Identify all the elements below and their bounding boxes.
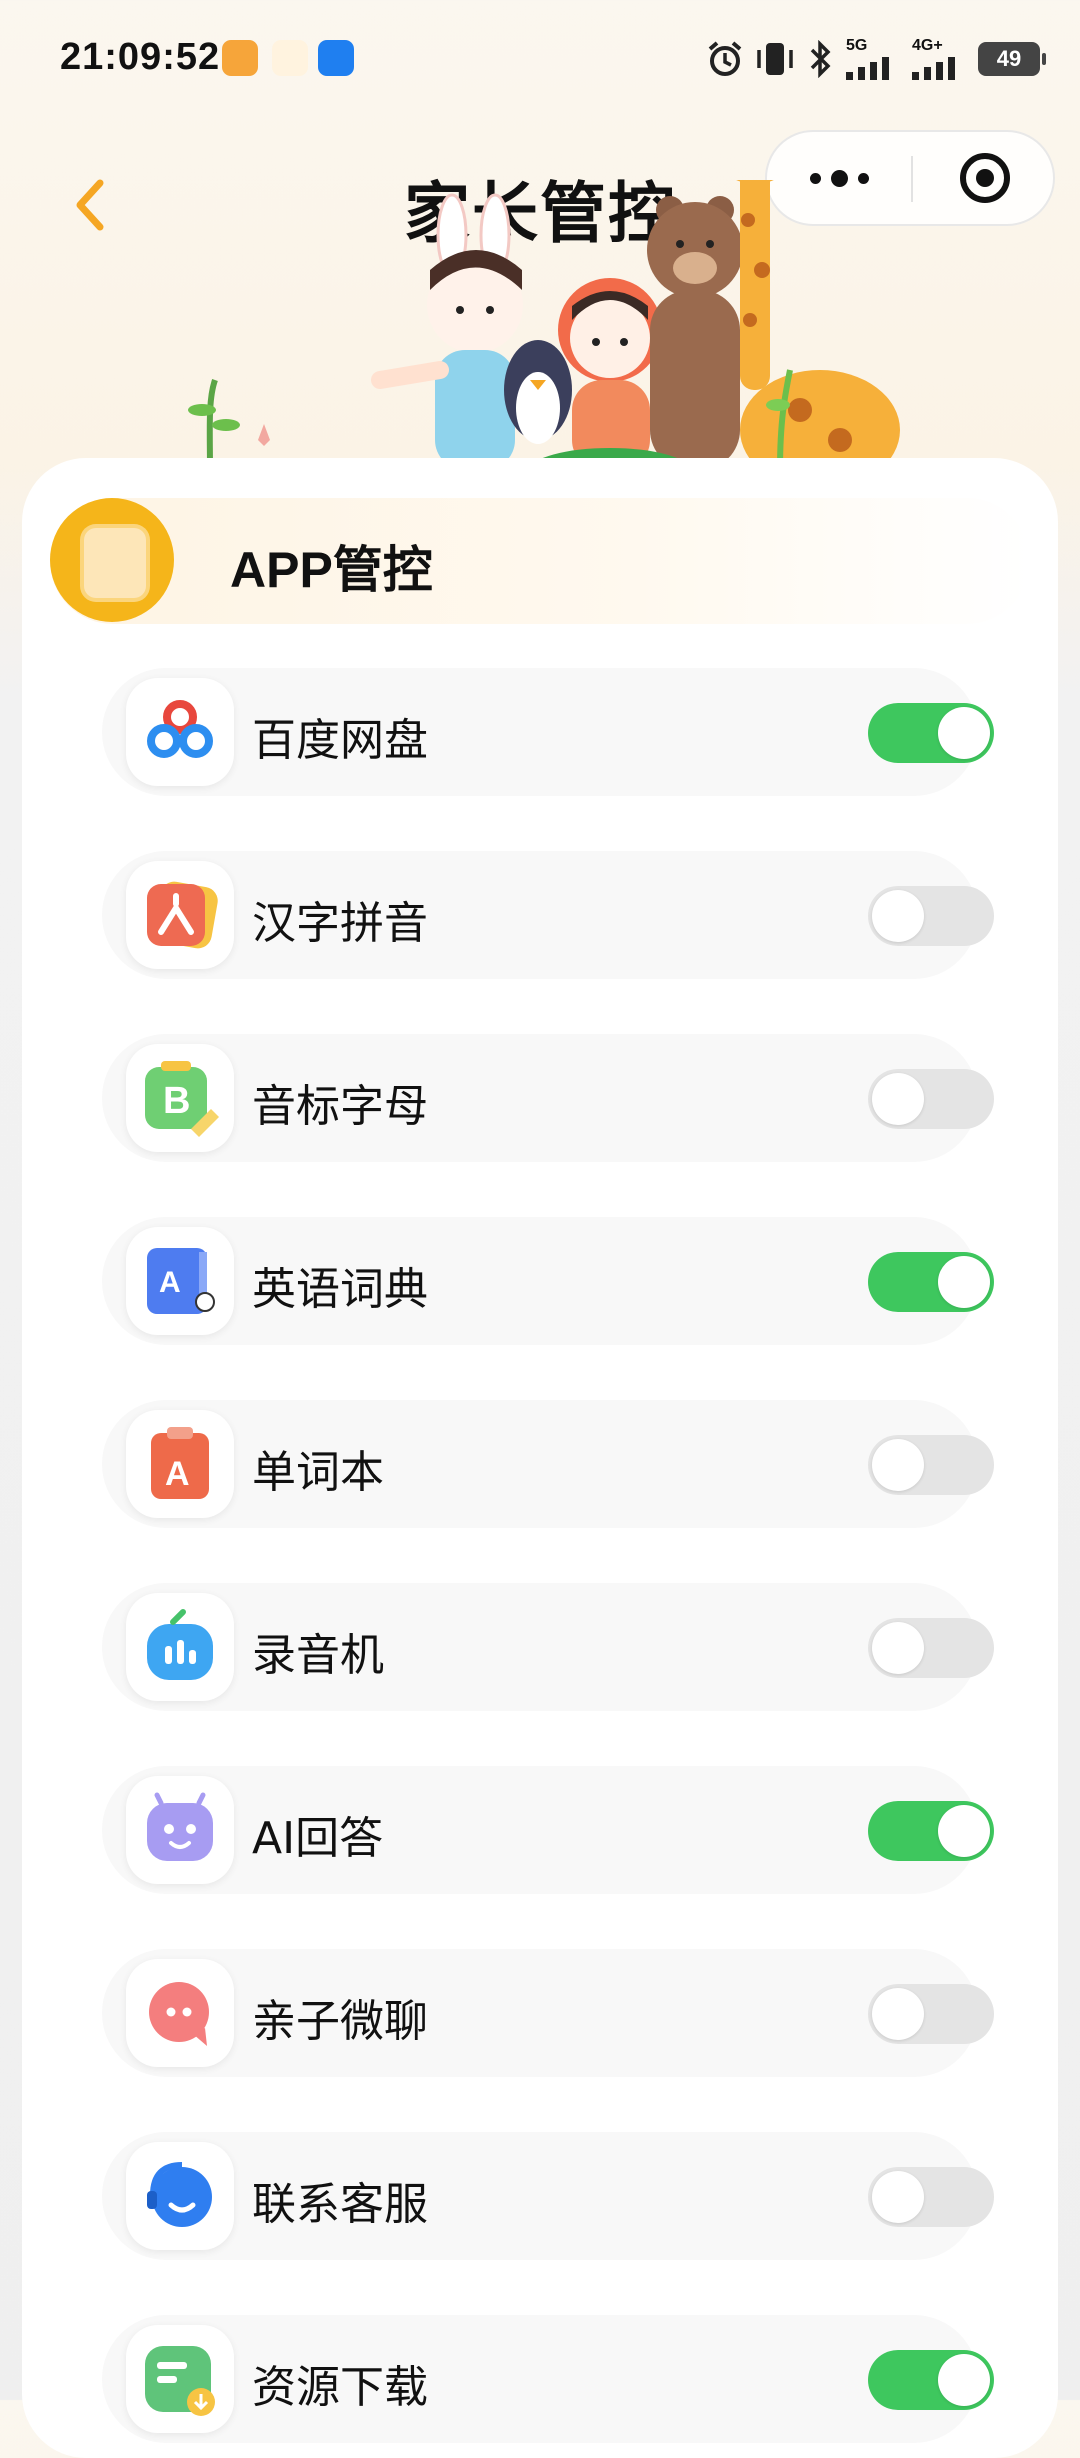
kids-animals-illustration	[188, 180, 900, 470]
app-toggle[interactable]	[868, 1618, 994, 1678]
toggle-knob	[872, 1073, 924, 1125]
baidu-netdisk-icon	[126, 678, 234, 786]
app-row-phonetic-letters: B 音标字母	[102, 1034, 994, 1162]
app-row-customer-service: 联系客服	[102, 2132, 994, 2260]
app-toggle[interactable]	[868, 1435, 994, 1495]
phonetic-letters-icon: B	[126, 1044, 234, 1152]
app-toggle[interactable]	[868, 2350, 994, 2410]
app-toggle[interactable]	[868, 1069, 994, 1129]
toggle-knob	[938, 1805, 990, 1857]
app-name: 音标字母	[252, 1081, 428, 1132]
app-toggle[interactable]	[868, 1252, 994, 1312]
app-row-ai-answer: AI回答	[102, 1766, 994, 1894]
customer-service-icon	[126, 2142, 234, 2250]
status-icons: 5G 4G+ 49	[706, 36, 1046, 82]
app-row-baidu-netdisk: 百度网盘	[102, 668, 994, 796]
signal-5g: 5G	[846, 38, 902, 80]
notification-app-icon	[272, 40, 308, 76]
section-title: APP管控	[230, 542, 433, 598]
toggle-knob	[872, 890, 924, 942]
app-row-family-chat: 亲子微聊	[102, 1949, 994, 2077]
status-time: 21:09:52	[60, 36, 221, 78]
toggle-knob	[938, 1256, 990, 1308]
status-bar: 21:09:52 5G 4G+ 49	[0, 0, 1080, 120]
close-mini-program-button[interactable]	[912, 132, 1057, 224]
svg-text:A: A	[159, 1266, 181, 1299]
app-row-wordbook: A 单词本	[102, 1400, 994, 1528]
section-header: APP管控	[50, 498, 1030, 624]
app-name: 英语词典	[252, 1264, 428, 1315]
family-chat-icon	[126, 1959, 234, 2067]
app-control-icon	[50, 498, 174, 622]
ai-answer-icon	[126, 1776, 234, 1884]
signal-icon	[912, 57, 955, 80]
app-row-recorder: 录音机	[102, 1583, 994, 1711]
toggle-knob	[872, 1439, 924, 1491]
svg-text:A: A	[165, 1455, 190, 1493]
wordbook-icon: A	[126, 1410, 234, 1518]
toggle-knob	[872, 1622, 924, 1674]
recorder-icon	[126, 1593, 234, 1701]
english-dictionary-icon: A	[126, 1227, 234, 1335]
app-name: 亲子微聊	[252, 1996, 428, 2047]
hanzi-pinyin-icon	[126, 861, 234, 969]
app-toggle[interactable]	[868, 703, 994, 763]
app-name: 百度网盘	[252, 715, 428, 766]
app-name: 联系客服	[252, 2179, 428, 2230]
signal-4g: 4G+	[912, 38, 968, 80]
app-name: 单词本	[252, 1447, 384, 1498]
app-toggle[interactable]	[868, 1984, 994, 2044]
app-row-resource-download: 资源下载	[102, 2315, 994, 2443]
vibrate-icon	[757, 43, 793, 75]
app-name: 录音机	[252, 1630, 384, 1681]
app-toggle[interactable]	[868, 1801, 994, 1861]
alarm-icon	[708, 41, 742, 76]
bluetooth-icon	[810, 40, 831, 78]
svg-text:B: B	[163, 1080, 190, 1122]
notification-app-icon	[222, 40, 258, 76]
toggle-knob	[938, 707, 990, 759]
app-row-english-dictionary: A 英语词典	[102, 1217, 994, 1345]
toggle-knob	[938, 2354, 990, 2406]
signal-icon	[846, 57, 889, 80]
battery-icon: 49	[978, 42, 1046, 76]
app-row-hanzi-pinyin: 汉字拼音	[102, 851, 994, 979]
app-name: 汉字拼音	[252, 898, 428, 949]
resource-download-icon	[126, 2325, 234, 2433]
target-close-icon	[959, 153, 1010, 203]
app-toggle[interactable]	[868, 886, 994, 946]
toggle-knob	[872, 1988, 924, 2040]
toggle-knob	[872, 2171, 924, 2223]
app-name: 资源下载	[252, 2362, 428, 2413]
notification-app-icon	[318, 40, 354, 76]
app-name: AI回答	[252, 1813, 384, 1864]
app-control-card: APP管控 百度网盘 汉字拼音 B 音标字母 A 英语词典 A 单词本 录音机 …	[22, 458, 1058, 2458]
app-toggle[interactable]	[868, 2167, 994, 2227]
